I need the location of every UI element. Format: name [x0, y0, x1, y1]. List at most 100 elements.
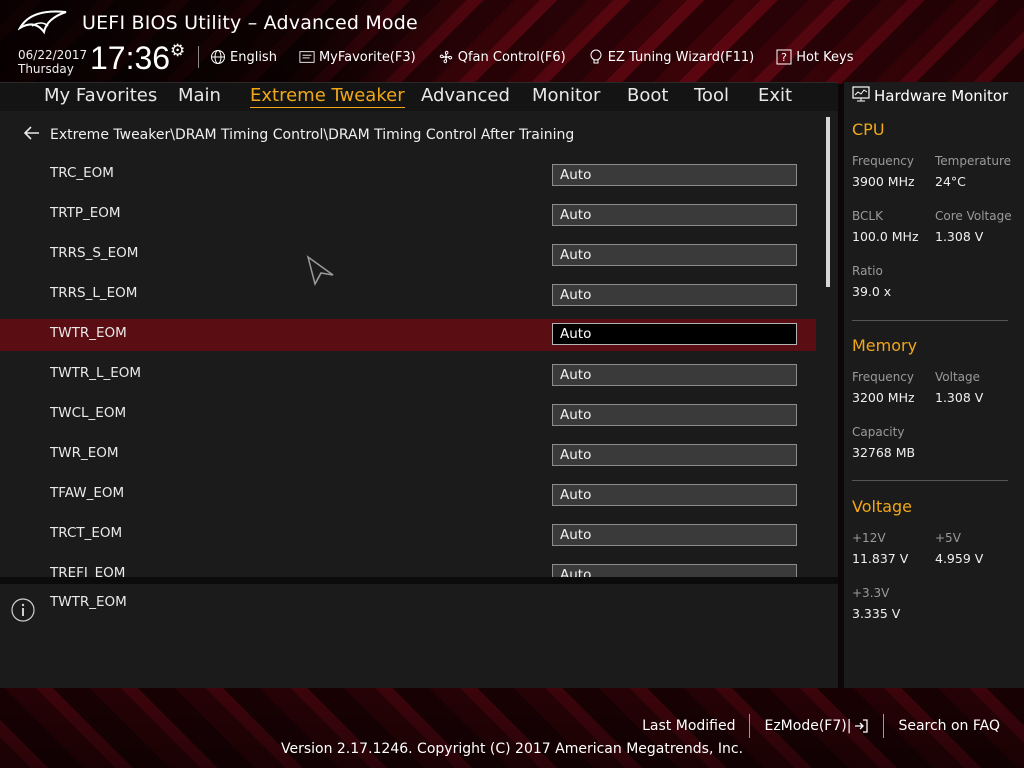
cpu-section-title: CPU: [852, 120, 885, 139]
setting-label: TRRS_L_EOM: [50, 285, 138, 301]
v12-value: 11.837 V: [852, 551, 909, 566]
memory-frequency-label: Frequency: [852, 370, 914, 384]
setting-value-field[interactable]: Auto: [552, 484, 797, 506]
bulb-icon: [588, 49, 604, 65]
language-label: English: [230, 49, 277, 65]
setting-label: TRTP_EOM: [50, 205, 121, 221]
v5-label: +5V: [935, 531, 961, 545]
panel-divider: [0, 577, 838, 584]
last-modified-button[interactable]: Last Modified: [628, 718, 749, 734]
clock-display: 17:36: [90, 40, 171, 76]
info-icon: [11, 598, 35, 622]
rog-logo-icon: [18, 10, 67, 35]
qfan-control-button[interactable]: Qfan Control(F6): [438, 49, 566, 65]
date-value: 06/22/2017: [18, 48, 88, 62]
app-title: UEFI BIOS Utility – Advanced Mode: [82, 12, 418, 34]
bclk-label: BCLK: [852, 209, 883, 223]
tab-exit[interactable]: Exit: [758, 85, 792, 106]
setting-value-field[interactable]: Auto: [552, 323, 797, 345]
v33-label: +3.3V: [852, 586, 890, 600]
footer-toolbar: Last Modified EzMode(F7)| Search on FAQ: [628, 714, 1014, 738]
core-voltage-label: Core Voltage: [935, 209, 1012, 223]
setting-row-tfaw-eom[interactable]: TFAW_EOM Auto: [0, 479, 816, 519]
copyright-text: Version 2.17.1246. Copyright (C) 2017 Am…: [280, 741, 744, 757]
tab-monitor[interactable]: Monitor: [532, 85, 600, 106]
setting-label: TRC_EOM: [50, 165, 114, 181]
v5-value: 4.959 V: [935, 551, 984, 566]
date-display: 06/22/2017 Thursday: [18, 48, 87, 76]
memory-frequency-value: 3200 MHz: [852, 390, 915, 405]
cpu-temperature-value: 24°C: [935, 174, 966, 189]
setting-row-trtp-eom[interactable]: TRTP_EOM Auto: [0, 199, 816, 239]
cpu-frequency-label: Frequency: [852, 154, 914, 168]
header-divider: [198, 46, 199, 68]
mouse-pointer-icon: [306, 255, 334, 287]
setting-row-twtr-l-eom[interactable]: TWTR_L_EOM Auto: [0, 359, 816, 399]
ratio-value: 39.0 x: [852, 284, 892, 299]
setting-value-field[interactable]: Auto: [552, 564, 797, 577]
setting-row-twtr-eom[interactable]: TWTR_EOM Auto: [0, 319, 816, 351]
v33-value: 3.335 V: [852, 606, 901, 621]
voltage-section-title: Voltage: [852, 497, 913, 516]
setting-label: TWTR_L_EOM: [50, 365, 142, 381]
setting-value-field[interactable]: Auto: [552, 404, 797, 426]
core-voltage-value: 1.308 V: [935, 229, 984, 244]
cpu-temperature-label: Temperature: [935, 154, 1012, 168]
hot-keys-button[interactable]: ? Hot Keys: [776, 49, 854, 65]
setting-label: TWCL_EOM: [50, 405, 127, 421]
tab-my-favorites[interactable]: My Favorites: [44, 85, 157, 106]
setting-value-field[interactable]: Auto: [552, 164, 797, 186]
gear-icon[interactable]: ⚙: [170, 41, 185, 61]
setting-row-trrs-s-eom[interactable]: TRRS_S_EOM Auto: [0, 239, 816, 279]
tab-boot[interactable]: Boot: [627, 85, 668, 106]
tab-tool[interactable]: Tool: [694, 85, 729, 106]
myfavorite-button[interactable]: MyFavorite(F3): [299, 49, 416, 65]
setting-value-field[interactable]: Auto: [552, 284, 797, 306]
tab-advanced[interactable]: Advanced: [421, 85, 510, 106]
ezmode-button[interactable]: EzMode(F7)|: [750, 718, 883, 734]
setting-label: TRCT_EOM: [50, 525, 123, 541]
setting-row-trc-eom[interactable]: TRC_EOM Auto: [0, 159, 816, 199]
setting-value-field[interactable]: Auto: [552, 244, 797, 266]
setting-value-field[interactable]: Auto: [552, 204, 797, 226]
globe-icon: [210, 49, 226, 65]
setting-row-trefi-eom[interactable]: TREFI_EOM Auto: [0, 559, 816, 577]
ratio-label: Ratio: [852, 264, 883, 278]
fan-icon: [438, 49, 454, 65]
hot-keys-label: Hot Keys: [796, 49, 854, 65]
tab-extreme-tweaker[interactable]: Extreme Tweaker: [250, 85, 405, 108]
setting-row-trct-eom[interactable]: TRCT_EOM Auto: [0, 519, 816, 559]
bclk-value: 100.0 MHz: [852, 229, 919, 244]
section-divider: [852, 480, 1008, 481]
exit-arrow-icon: [853, 718, 869, 734]
settings-panel: Extreme Tweaker\DRAM Timing Control\DRAM…: [0, 111, 838, 577]
favorite-icon: [299, 49, 315, 65]
setting-label: TWTR_EOM: [50, 325, 127, 341]
capacity-label: Capacity: [852, 425, 905, 439]
search-faq-button[interactable]: Search on FAQ: [884, 718, 1014, 734]
cpu-frequency-value: 3900 MHz: [852, 174, 915, 189]
setting-value-field[interactable]: Auto: [552, 444, 797, 466]
memory-voltage-label: Voltage: [935, 370, 981, 384]
language-button[interactable]: English: [210, 49, 277, 65]
setting-value-field[interactable]: Auto: [552, 524, 797, 546]
v12-label: +12V: [852, 531, 886, 545]
setting-label: TRRS_S_EOM: [50, 245, 139, 261]
setting-row-twcl-eom[interactable]: TWCL_EOM Auto: [0, 399, 816, 439]
settings-list: TRC_EOM Auto TRTP_EOM Auto TRRS_S_EOM Au…: [0, 159, 816, 577]
scrollbar[interactable]: [826, 117, 830, 287]
back-arrow-icon[interactable]: [23, 125, 40, 144]
main-menu-bar: My Favorites Main Extreme Tweaker Advanc…: [0, 82, 838, 112]
setting-value-field[interactable]: Auto: [552, 364, 797, 386]
hardware-monitor-title: Hardware Monitor: [852, 86, 1008, 106]
header-toolbar: English MyFavorite(F3) Qfan Control(F6) …: [210, 46, 876, 68]
hardware-monitor-panel: Hardware Monitor CPU Frequency Temperatu…: [844, 82, 1024, 688]
ez-tuning-wizard-button[interactable]: EZ Tuning Wizard(F11): [588, 49, 754, 65]
section-divider: [852, 320, 1008, 321]
setting-row-trrs-l-eom[interactable]: TRRS_L_EOM Auto: [0, 279, 816, 319]
setting-label: TFAW_EOM: [50, 485, 125, 501]
setting-row-twr-eom[interactable]: TWR_EOM Auto: [0, 439, 816, 479]
svg-text:?: ?: [781, 51, 787, 64]
myfavorite-label: MyFavorite(F3): [318, 49, 416, 65]
tab-main[interactable]: Main: [178, 85, 221, 106]
